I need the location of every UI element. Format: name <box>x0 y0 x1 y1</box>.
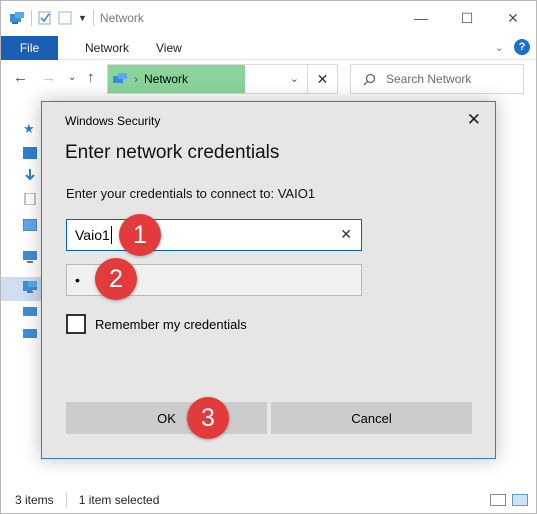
remember-credentials-row[interactable]: Remember my credentials <box>66 314 247 334</box>
forward-arrow-icon[interactable]: → <box>41 70 56 86</box>
tab-network[interactable]: Network <box>72 41 142 55</box>
search-placeholder: Search Network <box>386 72 472 86</box>
picture-icon[interactable] <box>23 219 37 231</box>
minimize-button[interactable]: — <box>398 1 444 35</box>
recent-locations-icon[interactable]: ⌄ <box>68 70 76 86</box>
address-bar[interactable]: › Network ⌄ ✕ <box>107 64 338 94</box>
remember-label: Remember my credentials <box>95 316 247 332</box>
network-icon <box>113 73 127 83</box>
step-marker-2: 2 <box>95 258 137 300</box>
close-button[interactable]: ✕ <box>490 1 536 35</box>
tab-file[interactable]: File <box>1 35 58 60</box>
text-caret <box>110 226 112 244</box>
ok-button[interactable]: OK <box>66 402 267 434</box>
title-bar: ▼ Network — ☐ ✕ <box>1 1 536 35</box>
clear-text-icon[interactable]: ✕ <box>340 226 352 243</box>
up-arrow-icon[interactable]: ↑ <box>87 70 95 86</box>
computer-icon[interactable] <box>23 251 37 263</box>
password-mask: • <box>75 272 80 288</box>
close-icon[interactable]: ✕ <box>307 65 337 93</box>
address-breadcrumb[interactable]: › Network <box>108 65 245 93</box>
status-bar: 3 items 1 item selected <box>1 487 536 513</box>
address-dropdown-icon[interactable]: ⌄ <box>290 72 299 85</box>
username-field[interactable]: Vaio1 ✕ <box>66 219 362 251</box>
step-marker-3: 3 <box>187 397 229 439</box>
computer-icon[interactable] <box>23 329 37 341</box>
step-marker-1: 1 <box>119 214 161 256</box>
ribbon-right: ⌄ ? <box>495 39 530 55</box>
desktop-icon[interactable] <box>23 147 37 159</box>
view-switcher <box>490 494 528 506</box>
tab-view[interactable]: View <box>143 41 195 55</box>
customize-toolbar-icon[interactable]: ▼ <box>78 13 87 23</box>
download-icon[interactable] <box>23 169 37 181</box>
cancel-button[interactable]: Cancel <box>271 402 472 434</box>
network-icon[interactable] <box>23 281 37 293</box>
dialog-prompt: Enter your credentials to connect to: VA… <box>66 186 316 201</box>
username-value: Vaio1 <box>75 227 110 243</box>
help-icon[interactable]: ? <box>514 39 530 55</box>
network-folder-icon <box>10 12 24 24</box>
quick-access-toolbar: ▼ <box>9 10 94 26</box>
expand-ribbon-icon[interactable]: ⌄ <box>495 41 504 54</box>
new-folder-icon[interactable] <box>58 11 72 25</box>
back-arrow-icon[interactable]: ← <box>13 70 28 86</box>
details-view-icon[interactable] <box>490 494 506 506</box>
search-icon <box>363 73 376 85</box>
ribbon-tabs: File Network View ⌄ ? <box>1 35 536 60</box>
large-icons-view-icon[interactable] <box>512 494 528 506</box>
window-title: Network <box>99 11 144 25</box>
toolbar-separator <box>92 10 94 26</box>
dialog-heading: Enter network credentials <box>65 142 280 163</box>
remember-checkbox[interactable] <box>66 314 86 334</box>
computer-icon[interactable] <box>23 307 37 319</box>
star-icon[interactable]: ★ <box>23 121 37 136</box>
address-path-text: Network <box>144 72 189 86</box>
properties-icon[interactable] <box>38 11 52 25</box>
document-icon[interactable] <box>23 193 37 205</box>
status-selection: 1 item selected <box>78 493 160 507</box>
status-item-count: 3 items <box>15 493 54 507</box>
dialog-close-icon[interactable]: ✕ <box>467 111 481 128</box>
window-controls: — ☐ ✕ <box>398 1 536 35</box>
status-separator <box>65 493 67 507</box>
breadcrumb-chevron-icon: › <box>134 72 138 86</box>
dialog-caption: Windows Security <box>65 114 161 128</box>
navigation-bar: ← → ⌄ ↑ › Network ⌄ ✕ Search Network <box>1 63 536 95</box>
toolbar-separator <box>31 10 32 26</box>
search-box[interactable]: Search Network <box>350 64 524 94</box>
maximize-button[interactable]: ☐ <box>444 1 490 35</box>
